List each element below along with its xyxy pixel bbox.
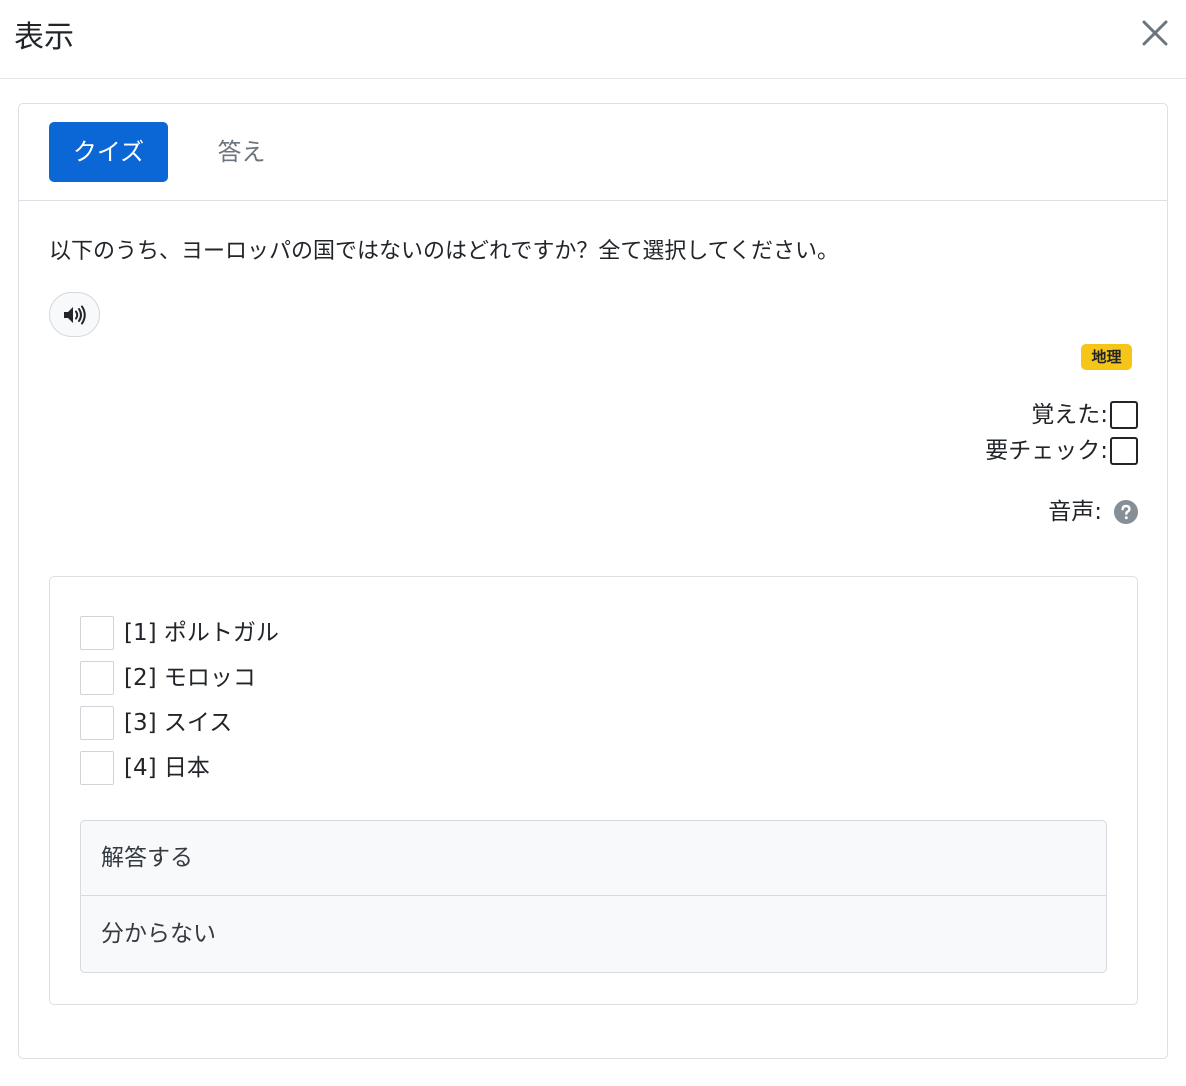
option-4[interactable]: [4] 日本 [80,751,210,785]
close-icon[interactable] [1138,16,1172,50]
tab-bar: クイズ 答え [19,104,1167,201]
voice-label: 音声: [1048,499,1102,525]
memorized-label: 覚えた: [1031,402,1108,428]
memorized-checkbox[interactable] [1110,401,1138,429]
needs-check-row: 要チェック: [985,435,1138,467]
option-2[interactable]: [2] モロッコ [80,661,256,695]
option-1-label: [1] ポルトガル [124,620,279,646]
option-4-label: [4] 日本 [124,755,210,781]
play-audio-button[interactable] [49,292,100,337]
tab-answer[interactable]: 答え [194,122,289,182]
submit-answer-button[interactable]: 解答する [81,821,1106,896]
action-list: 解答する 分からない [80,820,1107,973]
category-badge: 地理 [1081,344,1132,370]
option-3[interactable]: [3] スイス [80,706,232,740]
option-4-checkbox[interactable] [80,751,114,785]
modal-title: 表示 [14,20,74,55]
option-2-label: [2] モロッコ [124,665,256,691]
modal-header: 表示 [0,0,1186,79]
option-1-checkbox[interactable] [80,616,114,650]
needs-check-label: 要チェック: [985,438,1108,464]
option-3-checkbox[interactable] [80,706,114,740]
tab-quiz[interactable]: クイズ [49,122,168,182]
dont-know-button[interactable]: 分からない [81,897,1106,972]
option-3-label: [3] スイス [124,710,233,736]
quiz-card: クイズ 答え 以下のうち、ヨーロッパの国ではないのはどれですか？全て選択してくだ… [18,103,1168,1059]
memorized-row: 覚えた: [1031,399,1138,431]
needs-check-checkbox[interactable] [1110,437,1138,465]
question-text: 以下のうち、ヨーロッパの国ではないのはどれですか？全て選択してください。 [49,239,840,264]
voice-row: 音声: [1048,496,1138,528]
question-circle-icon[interactable] [1114,500,1138,524]
option-1[interactable]: [1] ポルトガル [80,616,279,650]
options-card: [1] ポルトガル [2] モロッコ [3] スイス [4] 日本 解答する 分… [49,576,1138,1005]
speaker-icon [64,305,86,325]
option-2-checkbox[interactable] [80,661,114,695]
